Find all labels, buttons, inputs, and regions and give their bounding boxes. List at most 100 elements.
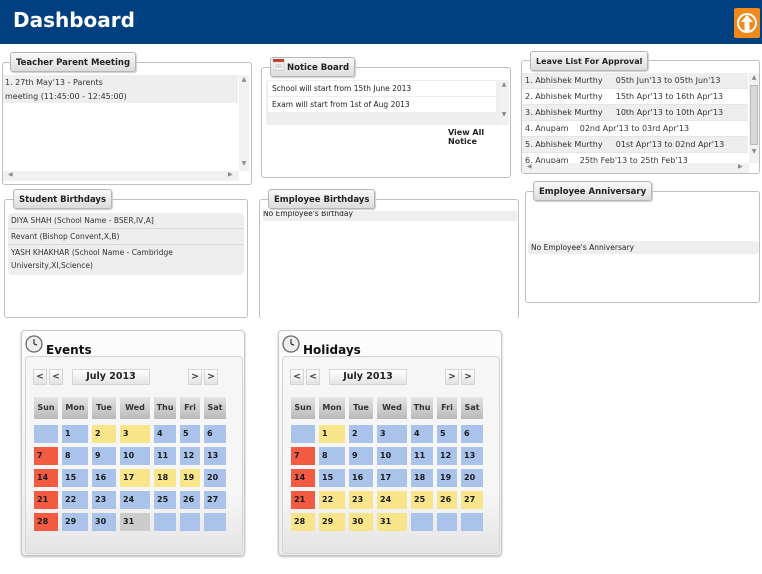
scroll-up-icon[interactable]: ▲ [749,73,759,83]
next-month-button[interactable]: > [188,369,202,385]
calendar-day[interactable]: 28 [34,513,58,531]
calendar-day[interactable]: 4 [154,425,176,443]
prev-month-button[interactable]: < [306,369,320,385]
calendar-day[interactable]: 10 [377,447,407,465]
calendar-day[interactable]: 8 [62,447,88,465]
leave-item[interactable]: 4. Anupam 02nd Apr'13 to 03rd Apr'13 [522,121,748,137]
calendar-day[interactable]: 28 [291,513,315,531]
calendar-day[interactable]: 16 [92,469,116,487]
calendar-day[interactable]: 19 [180,469,200,487]
calendar-day[interactable]: 19 [437,469,457,487]
calendar-day[interactable]: 8 [319,447,345,465]
calendar-day[interactable]: 30 [349,513,373,531]
calendar-day[interactable]: 18 [154,469,176,487]
calendar-day[interactable]: 9 [92,447,116,465]
calendar-day[interactable]: 2 [92,425,116,443]
next-year-button[interactable]: > [204,369,218,385]
scroll-top-button[interactable] [734,8,760,38]
scroll-left-icon[interactable]: ◀ [8,171,13,178]
calendar-day[interactable]: 26 [180,491,200,509]
next-year-button[interactable]: > [461,369,475,385]
calendar-day[interactable]: 17 [120,469,150,487]
calendar-day[interactable]: 10 [120,447,150,465]
calendar-day[interactable]: 14 [34,469,58,487]
prev-year-button[interactable]: < [33,369,47,385]
calendar-day[interactable]: 22 [319,491,345,509]
notice-item[interactable]: Exam will start from 1st of Aug 2013 [268,97,496,112]
vertical-scrollbar[interactable]: ▲ ▼ [239,75,249,171]
calendar-day[interactable]: 7 [291,447,315,465]
calendar-day[interactable]: 2 [349,425,373,443]
list-item: 1. 27th May'13 - Parents [5,78,103,87]
scroll-down-icon[interactable]: ▼ [499,110,509,120]
scroll-up-icon[interactable]: ▲ [239,75,249,85]
calendar-day[interactable]: 12 [437,447,457,465]
scroll-down-icon[interactable]: ▼ [239,159,249,169]
calendar-day[interactable]: 15 [319,469,345,487]
leave-item[interactable]: 5. Abhishek Murthy 01st Apr'13 to 02nd A… [522,137,748,153]
calendar-day[interactable]: 21 [291,491,315,509]
month-label[interactable]: July 2013 [72,369,150,385]
horizontal-scrollbar[interactable]: ◀ ▶ [3,171,239,181]
calendar-day[interactable]: 24 [120,491,150,509]
vertical-scrollbar[interactable]: ▲ ▼ [499,80,509,125]
calendar-day[interactable]: 1 [319,425,345,443]
calendar-day[interactable]: 31 [377,513,407,531]
calendar-day[interactable]: 27 [461,491,483,509]
calendar-day[interactable]: 4 [411,425,433,443]
events-calendar: Events < < July 2013 > > Sun Mon Tue Wed Thu… [21,330,245,556]
notice-item[interactable]: School will start from 15th June 2013 [268,81,496,96]
calendar-day[interactable]: 5 [437,425,457,443]
horizontal-scrollbar[interactable]: ◀ ▶ [522,163,749,173]
calendar-day[interactable]: 20 [461,469,483,487]
calendar-day[interactable]: 5 [180,425,200,443]
calendar-day[interactable]: 7 [34,447,58,465]
vertical-scrollbar[interactable]: ▲ ▼ [749,73,759,163]
scroll-right-icon[interactable]: ▶ [738,163,743,170]
calendar-day[interactable]: 25 [154,491,176,509]
calendar-day[interactable]: 11 [411,447,433,465]
calendar-day[interactable]: 24 [377,491,407,509]
calendar-day[interactable]: 15 [62,469,88,487]
prev-year-button[interactable]: < [290,369,304,385]
calendar-day[interactable]: 16 [349,469,373,487]
scroll-down-icon[interactable]: ▼ [749,147,759,157]
calendar-day[interactable]: 29 [62,513,88,531]
calendar-day[interactable]: 22 [62,491,88,509]
calendar-day[interactable]: 23 [92,491,116,509]
calendar-day[interactable]: 17 [377,469,407,487]
leave-item[interactable]: 3. Abhishek Murthy 10th Apr'13 to 10th A… [522,105,748,121]
scroll-left-icon[interactable]: ◀ [527,163,532,170]
calendar-day[interactable]: 9 [349,447,373,465]
next-month-button[interactable]: > [445,369,459,385]
calendar-day[interactable]: 18 [411,469,433,487]
calendar-day[interactable]: 30 [92,513,116,531]
calendar-day[interactable]: 26 [437,491,457,509]
month-label[interactable]: July 2013 [329,369,407,385]
calendar-day[interactable]: 25 [411,491,433,509]
calendar-day[interactable]: 31 [120,513,150,531]
scroll-thumb[interactable] [750,85,758,145]
calendar-day[interactable]: 12 [180,447,200,465]
calendar-day[interactable]: 3 [120,425,150,443]
calendar-day[interactable]: 21 [34,491,58,509]
prev-month-button[interactable]: < [49,369,63,385]
view-all-notice-link[interactable]: View All Notice [448,128,510,146]
leave-item[interactable]: 2. Abhishek Murthy 15th Apr'13 to 16th A… [522,89,748,105]
calendar-day[interactable]: 11 [154,447,176,465]
scroll-right-icon[interactable]: ▶ [228,171,233,178]
calendar-day[interactable]: 13 [204,447,226,465]
leave-item[interactable]: 1. Abhishek Murthy 05th Jun'13 to 05th J… [522,73,748,89]
calendar-day[interactable]: 29 [319,513,345,531]
calendar-day[interactable]: 20 [204,469,226,487]
calendar-day[interactable]: 13 [461,447,483,465]
calendar-day[interactable]: 6 [204,425,226,443]
scroll-up-icon[interactable]: ▲ [499,80,509,90]
calendar-day[interactable]: 6 [461,425,483,443]
calendar-day[interactable]: 1 [62,425,88,443]
calendar-day[interactable]: 23 [349,491,373,509]
arrow-up-circle-icon [737,13,757,33]
calendar-day[interactable]: 14 [291,469,315,487]
calendar-day[interactable]: 27 [204,491,226,509]
calendar-day[interactable]: 3 [377,425,407,443]
